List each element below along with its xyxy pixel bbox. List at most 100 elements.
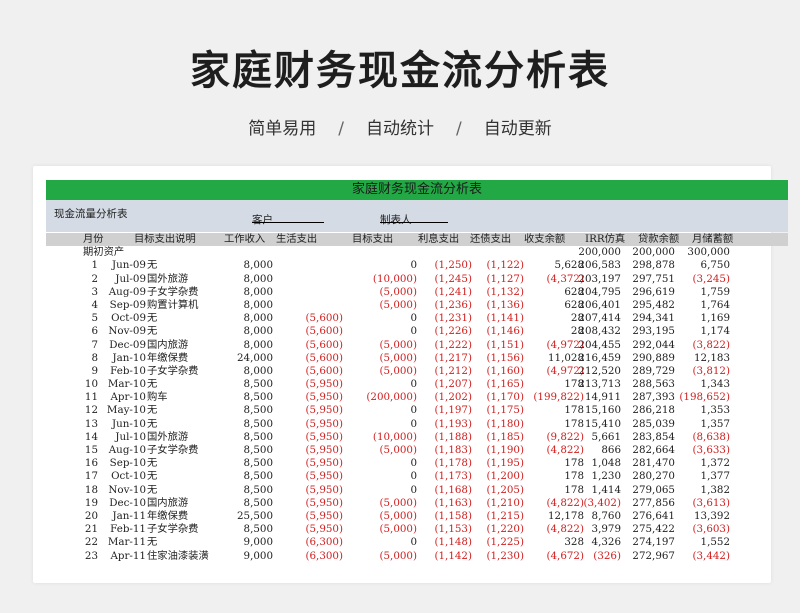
cell-index[interactable]: 15 — [85, 444, 98, 457]
cell-saving[interactable]: 6,750 — [701, 259, 730, 272]
cell-index[interactable]: 21 — [85, 523, 98, 536]
cell-goal-desc[interactable]: 无 — [147, 325, 157, 338]
cell-index[interactable]: 11 — [85, 391, 98, 404]
cell-saving[interactable]: 1,764 — [701, 299, 730, 312]
cell-goal-desc[interactable]: 子女学杂费 — [147, 286, 198, 299]
cell-goal[interactable]: 0 — [410, 470, 417, 483]
cell-debt[interactable]: (1,127) — [486, 273, 524, 286]
cell-index[interactable]: 12 — [85, 404, 98, 417]
cell-debt[interactable]: (1,122) — [486, 259, 524, 272]
cell-interest[interactable]: (1,197) — [434, 404, 472, 417]
cell-interest[interactable]: (1,245) — [434, 273, 472, 286]
cell-loan[interactable]: 294,341 — [632, 312, 675, 325]
cell-month[interactable]: Jul-10 — [115, 431, 146, 444]
cell-goal[interactable]: 0 — [410, 536, 417, 549]
cell-index[interactable]: 18 — [85, 484, 98, 497]
cell-living[interactable]: (5,950) — [305, 470, 343, 483]
cell-goal[interactable]: (5,000) — [379, 299, 417, 312]
cell-saving[interactable]: 12,183 — [694, 352, 730, 365]
cell-goal-desc[interactable]: 子女学杂费 — [147, 523, 198, 536]
cell-interest[interactable]: (1,158) — [434, 510, 472, 523]
cell-goal-desc[interactable]: 无 — [147, 470, 157, 483]
cell-goal[interactable]: 0 — [410, 418, 417, 431]
cell-interest[interactable]: (1,241) — [434, 286, 472, 299]
cell-debt[interactable]: (1,151) — [486, 339, 524, 352]
cell-irr[interactable]: 15,410 — [585, 418, 621, 431]
cell-irr[interactable]: 212,520 — [578, 365, 621, 378]
cell-interest[interactable]: (1,168) — [434, 484, 472, 497]
cell-saving[interactable]: 1,174 — [701, 325, 730, 338]
cell-goal-desc[interactable]: 国内旅游 — [147, 497, 188, 510]
cell-irr[interactable]: 204,455 — [578, 339, 621, 352]
cell-income[interactable]: 9,000 — [244, 550, 273, 563]
cell-interest[interactable]: (1,250) — [434, 259, 472, 272]
cell-debt[interactable]: (1,185) — [486, 431, 524, 444]
cell-goal-desc[interactable]: 购置计算机 — [147, 299, 198, 312]
cell-index[interactable]: 22 — [85, 536, 98, 549]
cell-goal-desc[interactable]: 年缴保费 — [147, 352, 188, 365]
cell-debt[interactable]: (1,175) — [486, 404, 524, 417]
cell-goal[interactable]: 0 — [410, 404, 417, 417]
cell-irr[interactable]: 1,414 — [592, 484, 621, 497]
cell-goal[interactable]: (10,000) — [373, 431, 417, 444]
cell-month[interactable]: Apr-10 — [110, 391, 146, 404]
cell-interest[interactable]: (1,183) — [434, 444, 472, 457]
cell-living[interactable]: (5,600) — [305, 325, 343, 338]
cell-month[interactable]: Dec-10 — [109, 497, 146, 510]
cell-debt[interactable]: (1,225) — [486, 536, 524, 549]
cell-goal-desc[interactable]: 子女学杂费 — [147, 444, 198, 457]
cell-saving[interactable]: (3,442) — [692, 550, 730, 563]
cell-index[interactable]: 16 — [85, 457, 98, 470]
cell-debt[interactable]: (1,170) — [486, 391, 524, 404]
cell-goal-desc[interactable]: 购车 — [147, 391, 168, 404]
cell-living[interactable]: (5,600) — [305, 312, 343, 325]
cell-income[interactable]: 8,500 — [244, 484, 273, 497]
cell-goal[interactable]: (5,000) — [379, 550, 417, 563]
cell-index[interactable]: 6 — [91, 325, 98, 338]
cell-saving[interactable]: 1,357 — [701, 418, 730, 431]
cell-month[interactable]: Mar-10 — [108, 378, 146, 391]
cell-saving[interactable]: (198,652) — [679, 391, 730, 404]
cell-irr[interactable]: 204,795 — [578, 286, 621, 299]
cell-irr[interactable]: 3,979 — [592, 523, 621, 536]
cell-balance[interactable]: 178 — [564, 404, 584, 417]
cell-goal-desc[interactable]: 无 — [147, 259, 157, 272]
cell-interest[interactable]: (1,207) — [434, 378, 472, 391]
cell-goal-desc[interactable]: 国内旅游 — [147, 339, 188, 352]
cell-interest[interactable]: (1,163) — [434, 497, 472, 510]
cell-irr[interactable]: 5,661 — [592, 431, 621, 444]
cell-irr[interactable]: 216,459 — [578, 352, 621, 365]
cell-income[interactable]: 8,000 — [244, 312, 273, 325]
cell-debt[interactable]: (1,220) — [486, 523, 524, 536]
cell-month[interactable]: Apr-11 — [110, 550, 146, 563]
cell-living[interactable]: (5,950) — [305, 523, 343, 536]
cell-index[interactable]: 7 — [91, 339, 98, 352]
cell-balance[interactable]: 12,178 — [548, 510, 584, 523]
cell-irr[interactable]: 14,911 — [585, 391, 621, 404]
cell-index[interactable]: 9 — [91, 365, 98, 378]
cell-goal[interactable]: (5,000) — [379, 352, 417, 365]
cell-living[interactable]: (5,950) — [305, 484, 343, 497]
cell-month[interactable]: Mar-11 — [108, 536, 146, 549]
cell-irr[interactable]: 866 — [601, 444, 621, 457]
cell-income[interactable]: 8,000 — [244, 273, 273, 286]
cell-loan[interactable]: 281,470 — [632, 457, 675, 470]
cell-living[interactable]: (5,600) — [305, 352, 343, 365]
cell-irr[interactable]: (3,402) — [583, 497, 621, 510]
cell-debt[interactable]: (1,200) — [486, 470, 524, 483]
cell-goal[interactable]: (5,000) — [379, 365, 417, 378]
cell-goal[interactable]: 0 — [410, 457, 417, 470]
cell-debt[interactable]: (1,165) — [486, 378, 524, 391]
cell-saving[interactable]: 1,759 — [701, 286, 730, 299]
cell-goal[interactable]: 0 — [410, 484, 417, 497]
cell-month[interactable]: Jun-09 — [112, 259, 146, 272]
cell-living[interactable]: (5,950) — [305, 378, 343, 391]
cell-income[interactable]: 8,500 — [244, 404, 273, 417]
cell-living[interactable]: (5,950) — [305, 457, 343, 470]
cell-goal-desc[interactable]: 无 — [147, 404, 157, 417]
cell-saving[interactable]: (3,613) — [692, 497, 730, 510]
cell-month[interactable]: Jul-09 — [115, 273, 146, 286]
cell-month[interactable]: Sep-09 — [110, 299, 146, 312]
cell-goal-desc[interactable]: 无 — [147, 378, 157, 391]
cell-index[interactable]: 14 — [85, 431, 98, 444]
